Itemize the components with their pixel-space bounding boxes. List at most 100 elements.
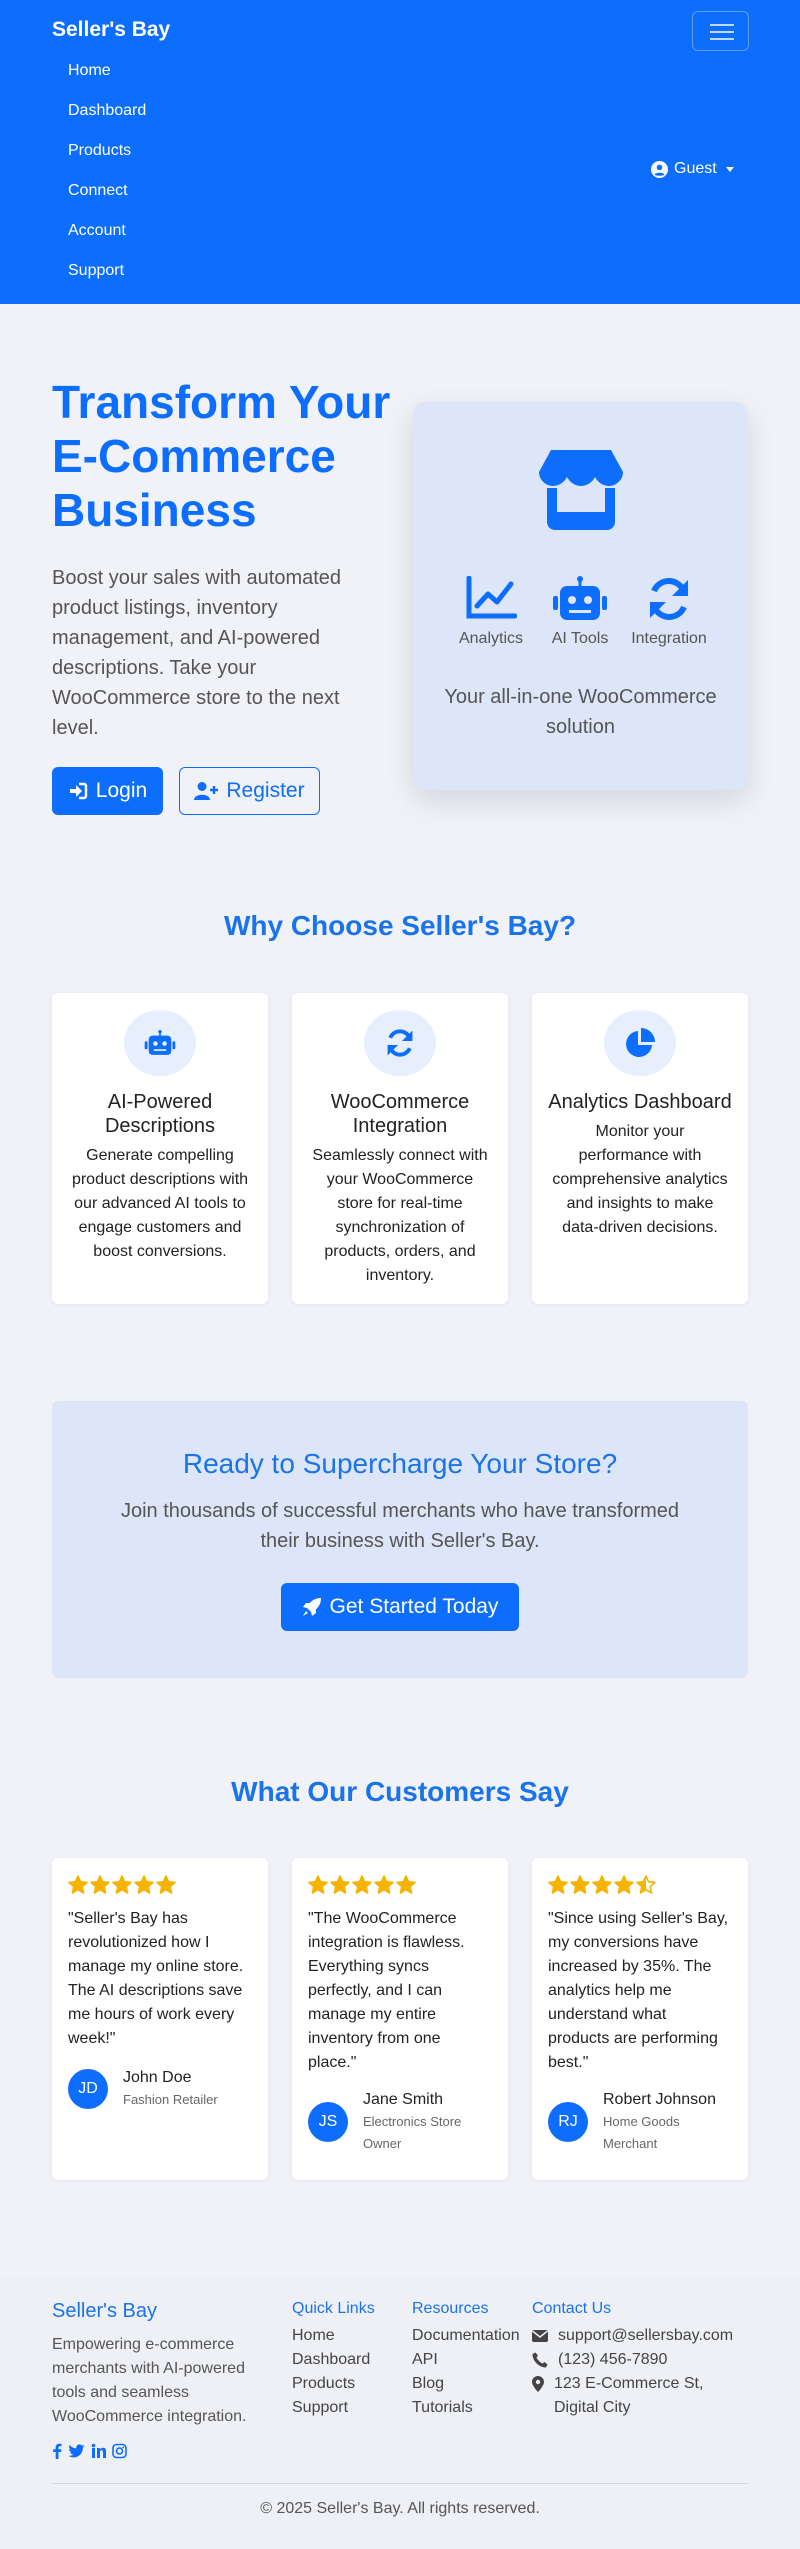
nav-item-support[interactable]: Support	[68, 258, 146, 298]
footer-link-api[interactable]: API	[412, 2348, 520, 2372]
feature-card-text: Monitor your performance with comprehens…	[552, 1123, 728, 1236]
feature-card-text: Generate compelling product descriptions…	[71, 1147, 249, 1260]
testimonial-card: "Since using Seller's Bay, my conversion…	[532, 1858, 748, 2180]
feature-card-title: AI-Powered Descriptions	[104, 1091, 216, 1137]
testimonial-author: JS Jane Smith Electronics Store Owner	[308, 2089, 492, 2155]
star-icon	[330, 1875, 350, 1894]
star-icon	[570, 1875, 590, 1894]
chart-line-icon	[466, 576, 517, 619]
get-started-button[interactable]: Get Started Today	[281, 1583, 519, 1631]
linkedin-icon[interactable]	[91, 2443, 106, 2459]
feature-ai-tools-label: AI Tools	[551, 630, 609, 647]
footer-brand: Seller's Bay	[52, 2300, 157, 2322]
star-half-icon	[636, 1875, 656, 1894]
star-icon	[68, 1875, 88, 1894]
footer-link-tutorials[interactable]: Tutorials	[412, 2396, 520, 2420]
robot-icon	[144, 1029, 176, 1055]
robot-icon	[553, 576, 607, 620]
brand-logo[interactable]: Seller's Bay	[52, 18, 170, 42]
feature-card-analytics: Analytics Dashboard Monitor your perform…	[532, 993, 748, 1304]
testimonial-quote: "Since using Seller's Bay, my conversion…	[548, 1910, 729, 2071]
facebook-icon[interactable]	[52, 2443, 62, 2459]
pie-chart-icon	[626, 1028, 655, 1057]
footer-resources: Resources Documentation API Blog Tutoria…	[412, 2300, 520, 2420]
nav-item-connect[interactable]: Connect	[68, 178, 146, 218]
user-dropdown-label: Guest	[674, 160, 717, 177]
footer-link-products[interactable]: Products	[292, 2372, 375, 2396]
map-marker-icon	[532, 2376, 544, 2392]
nav-menu: Home Dashboard Products Connect Account …	[68, 58, 146, 298]
nav-item-dashboard[interactable]: Dashboard	[68, 98, 146, 138]
star-icon	[374, 1875, 394, 1894]
footer-link-documentation[interactable]: Documentation	[412, 2324, 520, 2348]
hero-card-caption: Your all-in-one WooCommerce solution	[444, 686, 717, 738]
footer-link-home[interactable]: Home	[292, 2324, 375, 2348]
copyright: © 2025 Seller's Bay. All rights reserved…	[260, 2500, 540, 2517]
navbar: Seller's Bay Home Dashboard Products Con…	[0, 0, 800, 304]
user-dropdown[interactable]: Guest	[651, 160, 734, 178]
footer-divider	[52, 2483, 748, 2484]
twitter-icon[interactable]	[68, 2443, 85, 2459]
navbar-toggler-button[interactable]	[692, 11, 749, 51]
get-started-label: Get Started Today	[329, 1595, 499, 1618]
star-icon	[548, 1875, 568, 1894]
feature-card-title: WooCommerce Integration	[330, 1091, 470, 1137]
hero-title: Transform Your E-Commerce Business	[52, 376, 391, 536]
author-name: Robert Johnson	[603, 2091, 716, 2108]
footer-description: Empowering e-commerce merchants with AI-…	[52, 2336, 247, 2425]
user-circle-icon	[651, 160, 668, 178]
nav-item-products[interactable]: Products	[68, 138, 146, 178]
login-button[interactable]: Login	[52, 767, 163, 815]
star-icon	[134, 1875, 154, 1894]
sign-in-icon	[69, 782, 87, 800]
contact-phone-text: (123) 456-7890	[558, 2351, 668, 2368]
feature-ai-tools: AI Tools	[540, 576, 620, 648]
star-icon	[614, 1875, 634, 1894]
star-icon	[352, 1875, 372, 1894]
author-name: John Doe	[123, 2069, 192, 2086]
testimonial-quote: "Seller's Bay has revolutionized how I m…	[68, 1910, 244, 2047]
login-button-label: Login	[95, 779, 148, 802]
store-icon	[539, 450, 623, 530]
quick-links-title: Quick Links	[292, 2300, 375, 2317]
author-role: Electronics Store Owner	[363, 2114, 462, 2151]
author-role: Home Goods Merchant	[603, 2114, 680, 2151]
feature-card-text: Seamlessly connect with your WooCommerce…	[312, 1147, 488, 1284]
cta-panel: Ready to Supercharge Your Store? Join th…	[52, 1401, 748, 1678]
contact-address: 123 E-Commerce St, Digital City	[532, 2372, 748, 2420]
instagram-icon[interactable]	[112, 2443, 127, 2459]
avatar: JS	[308, 2102, 348, 2142]
avatar: RJ	[548, 2102, 588, 2142]
contact-email[interactable]: support@sellersbay.com	[532, 2324, 748, 2348]
star-icon	[90, 1875, 110, 1894]
feature-icon-circle	[364, 1010, 436, 1076]
star-icon	[156, 1875, 176, 1894]
footer: Seller's Bay Empowering e-commerce merch…	[0, 2278, 800, 2549]
testimonial-author: RJ Robert Johnson Home Goods Merchant	[548, 2089, 732, 2155]
contact-phone[interactable]: (123) 456-7890	[532, 2348, 748, 2372]
footer-link-support[interactable]: Support	[292, 2396, 375, 2420]
register-button[interactable]: Register	[179, 767, 320, 815]
star-icon	[308, 1875, 328, 1894]
resources-title: Resources	[412, 2300, 489, 2317]
star-rating	[548, 1875, 732, 1895]
feature-analytics-label: Analytics	[458, 630, 524, 647]
feature-card-woocommerce: WooCommerce Integration Seamlessly conne…	[292, 993, 508, 1304]
contact-email-text: support@sellersbay.com	[558, 2327, 734, 2344]
cta-title: Ready to Supercharge Your Store?	[182, 1448, 618, 1479]
cta-text: Join thousands of successful merchants w…	[120, 1500, 680, 1552]
chevron-down-icon	[725, 166, 734, 172]
nav-item-account[interactable]: Account	[68, 218, 146, 258]
footer-link-blog[interactable]: Blog	[412, 2372, 520, 2396]
footer-contact: Contact Us support@sellersbay.com (123) …	[532, 2300, 748, 2420]
feature-card-ai: AI-Powered Descriptions Generate compell…	[52, 993, 268, 1304]
register-button-label: Register	[226, 779, 305, 802]
nav-item-home[interactable]: Home	[68, 58, 146, 98]
rocket-icon	[302, 1598, 321, 1616]
star-icon	[396, 1875, 416, 1894]
star-rating	[308, 1875, 492, 1895]
star-icon	[592, 1875, 612, 1894]
footer-link-dashboard[interactable]: Dashboard	[292, 2348, 375, 2372]
star-icon	[112, 1875, 132, 1894]
user-plus-icon	[194, 782, 219, 800]
